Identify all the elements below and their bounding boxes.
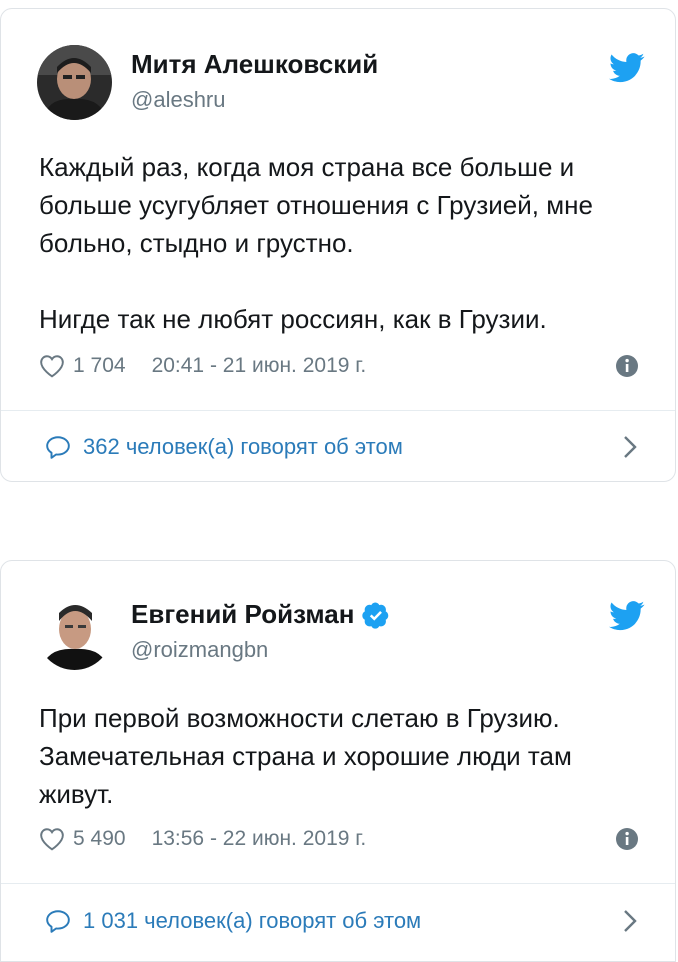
timestamp[interactable]: 20:41 - 21 июн. 2019 г. bbox=[152, 354, 367, 378]
tweet-card[interactable]: Митя Алешковский @aleshru Каждый раз, ко… bbox=[0, 8, 676, 482]
tweet-meta: 5 490 13:56 - 22 июн. 2019 г. bbox=[39, 823, 639, 855]
tweet-card[interactable]: Евгений Ройзман @roizmangbn При первой в… bbox=[0, 560, 676, 962]
avatar[interactable] bbox=[37, 595, 112, 670]
author-name[interactable]: Евгений Ройзман bbox=[131, 599, 390, 630]
reply-bubble-icon bbox=[46, 436, 70, 459]
replies-label: 362 человек(а) говорят об этом bbox=[83, 434, 403, 459]
verified-badge-icon bbox=[362, 602, 389, 629]
heart-outline-icon[interactable] bbox=[39, 827, 65, 851]
timestamp[interactable]: 13:56 - 22 июн. 2019 г. bbox=[152, 827, 367, 851]
tweet-text: При первой возможности слетаю в Грузию. … bbox=[39, 703, 572, 809]
chevron-right-icon bbox=[624, 436, 637, 458]
like-count[interactable]: 5 490 bbox=[73, 827, 126, 851]
twitter-bird-icon[interactable] bbox=[609, 601, 645, 631]
tweet-text: Каждый раз, когда моя страна все больше … bbox=[39, 152, 593, 334]
author-name-text[interactable]: Евгений Ройзман bbox=[131, 599, 354, 630]
chevron-right-icon bbox=[624, 910, 637, 932]
avatar[interactable] bbox=[37, 45, 112, 120]
author-name[interactable]: Митя Алешковский bbox=[131, 49, 378, 80]
twitter-bird-icon[interactable] bbox=[609, 53, 645, 83]
reply-bubble-icon bbox=[46, 910, 70, 933]
info-icon[interactable] bbox=[615, 827, 639, 851]
divider bbox=[1, 410, 675, 411]
divider bbox=[1, 883, 675, 884]
replies-link[interactable]: 362 человек(а) говорят об этом bbox=[45, 427, 637, 467]
tweet-meta: 1 704 20:41 - 21 июн. 2019 г. bbox=[39, 350, 639, 382]
replies-link[interactable]: 1 031 человек(а) говорят об этом bbox=[45, 901, 637, 941]
like-count[interactable]: 1 704 bbox=[73, 354, 126, 378]
heart-outline-icon[interactable] bbox=[39, 354, 65, 378]
info-icon[interactable] bbox=[615, 354, 639, 378]
author-handle[interactable]: @aleshru bbox=[131, 87, 226, 113]
author-handle[interactable]: @roizmangbn bbox=[131, 637, 268, 663]
replies-label: 1 031 человек(а) говорят об этом bbox=[83, 908, 422, 933]
